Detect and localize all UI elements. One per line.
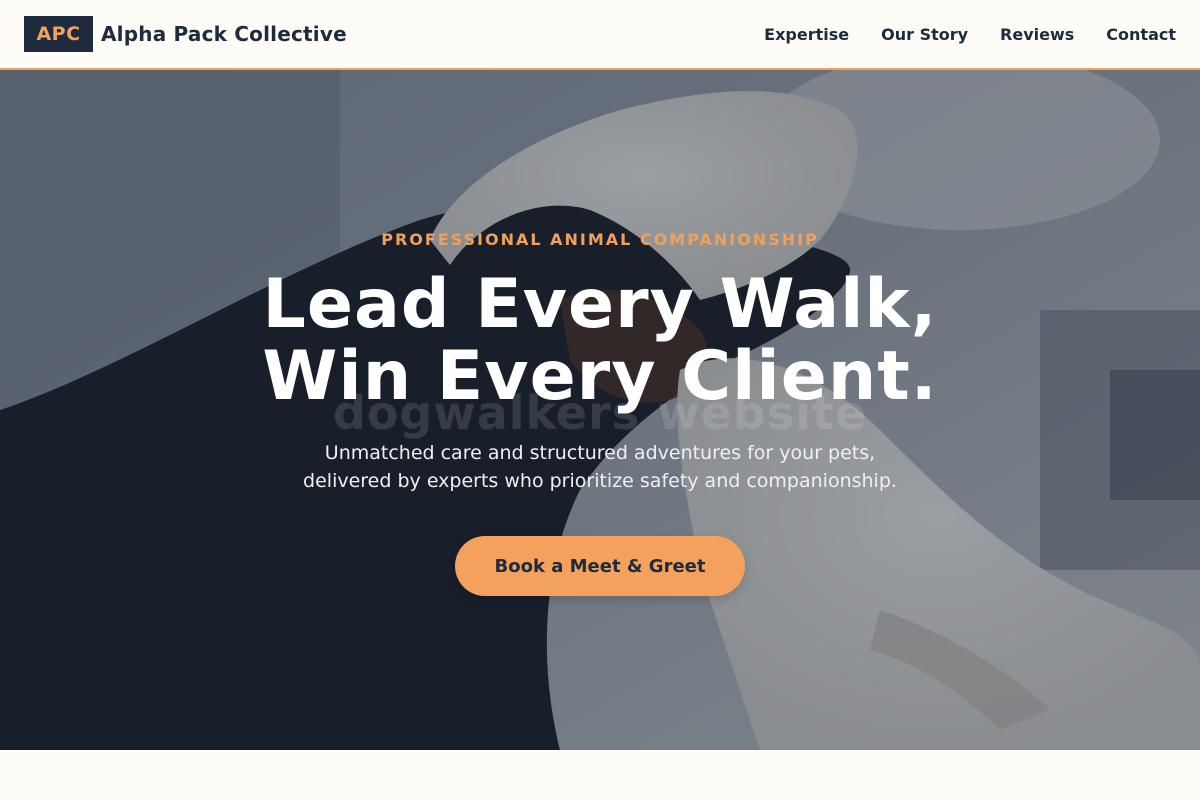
brand-name[interactable]: Alpha Pack Collective — [101, 22, 347, 46]
nav-link-contact[interactable]: Contact — [1106, 25, 1176, 44]
hero-headline: Lead Every Walk, Win Every Client. dogwa… — [262, 265, 938, 441]
logo-badge[interactable]: APC — [24, 16, 93, 52]
nav-link-reviews[interactable]: Reviews — [1000, 25, 1074, 44]
brand[interactable]: APC Alpha Pack Collective — [24, 16, 347, 52]
hero-subtext: Unmatched care and structured adventures… — [303, 439, 897, 495]
hero-eyebrow: PROFESSIONAL ANIMAL COMPANIONSHIP — [381, 230, 819, 249]
headline-line-2: Win Every Client. — [262, 337, 938, 416]
hero-content: PROFESSIONAL ANIMAL COMPANIONSHIP Lead E… — [0, 70, 1200, 750]
subtext-line-1: Unmatched care and structured adventures… — [324, 442, 876, 464]
next-section — [0, 750, 1200, 800]
book-meet-greet-button[interactable]: Book a Meet & Greet — [455, 536, 745, 596]
nav-link-our-story[interactable]: Our Story — [881, 25, 968, 44]
nav-link-expertise[interactable]: Expertise — [764, 25, 849, 44]
subtext-line-2: delivered by experts who prioritize safe… — [303, 470, 897, 492]
headline-line-1: Lead Every Walk, — [262, 265, 938, 344]
hero-section: PROFESSIONAL ANIMAL COMPANIONSHIP Lead E… — [0, 70, 1200, 750]
site-header: APC Alpha Pack Collective Expertise Our … — [0, 0, 1200, 70]
main-nav: Expertise Our Story Reviews Contact — [764, 25, 1176, 44]
